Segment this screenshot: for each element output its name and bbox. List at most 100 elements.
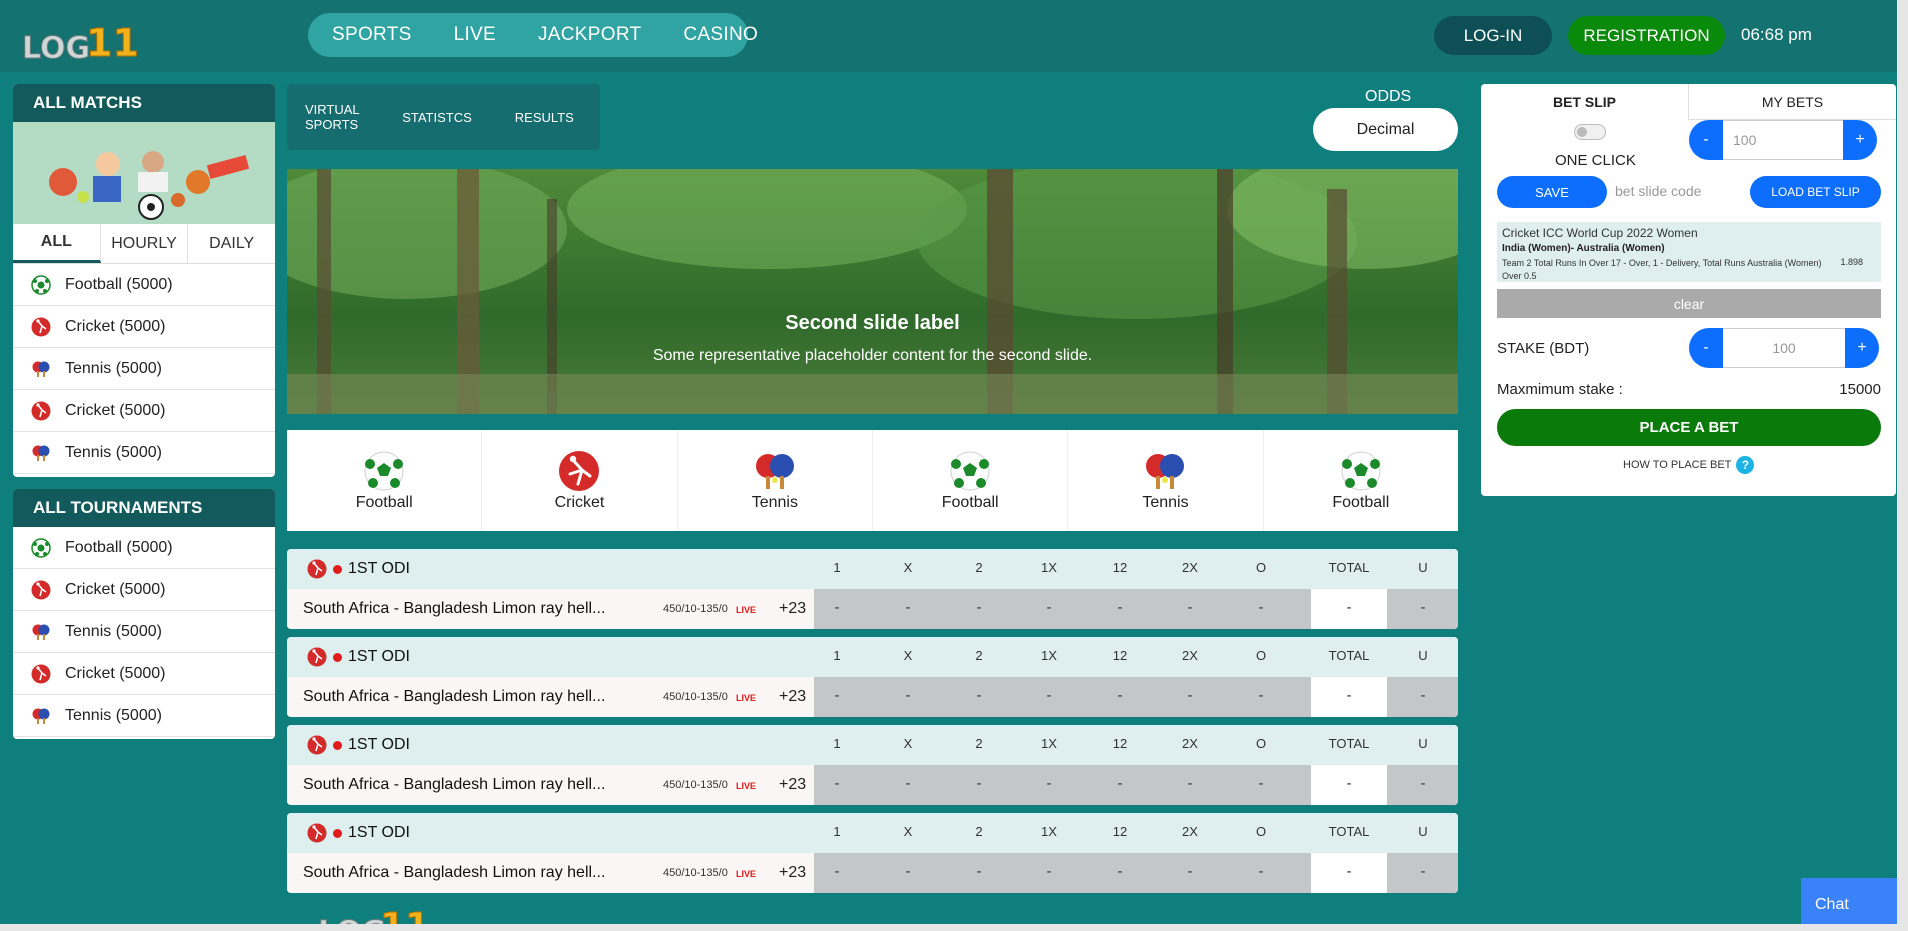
match-card[interactable]: 1ST ODI 1 X 2 1X 12 2X O TOTAL U South Africa - Ba… [287, 637, 1458, 717]
nav-casino[interactable]: CASINO [683, 24, 758, 46]
sport-category-football[interactable]: Football [1264, 430, 1458, 531]
more-markets-link[interactable]: +23 [779, 589, 806, 629]
tab-results[interactable]: RESULTS [515, 110, 574, 125]
tab-hourly[interactable]: HOURLY [101, 224, 189, 263]
odds-cell[interactable]: - [906, 863, 911, 880]
sport-category-football[interactable]: Football [873, 430, 1069, 531]
hero-carousel[interactable]: Second slide label Some representative p… [287, 169, 1458, 414]
one-click-toggle[interactable] [1574, 124, 1606, 140]
place-bet-button[interactable]: PLACE A BET [1497, 409, 1881, 446]
sidebar-item-football[interactable]: Football (5000) [13, 527, 275, 569]
bet-slip-item[interactable]: Cricket ICC World Cup 2022 Women India (… [1497, 222, 1881, 282]
odds-cell[interactable]: - [835, 599, 840, 616]
tab-my-bets[interactable]: MY BETS [1688, 84, 1896, 120]
odds-cell[interactable]: - [906, 687, 911, 704]
more-markets-link[interactable]: +23 [779, 677, 806, 717]
stake-stepper: - 100 + [1689, 328, 1879, 368]
sidebar-item-football[interactable]: Football (5000) [13, 264, 275, 306]
save-button[interactable]: SAVE [1497, 176, 1607, 208]
odds-cell[interactable]: - [1259, 687, 1264, 704]
odds-cell[interactable]: - [1347, 687, 1352, 704]
sidebar-item-tennis[interactable]: Tennis (5000) [13, 611, 275, 653]
help-icon[interactable]: ? [1736, 456, 1755, 474]
stake-input[interactable]: 100 [1723, 328, 1845, 368]
sidebar-item-cricket[interactable]: Cricket (5000) [13, 306, 275, 348]
increase-button[interactable]: + [1843, 120, 1877, 160]
odds-cell[interactable]: - [1047, 599, 1052, 616]
match-card[interactable]: 1ST ODI 1 X 2 1X 12 2X O TOTAL U South Africa - Ba… [287, 725, 1458, 805]
tab-all[interactable]: ALL [13, 224, 101, 263]
odds-cell[interactable]: - [1347, 863, 1352, 880]
sidebar-item-cricket[interactable]: Cricket (5000) [13, 569, 275, 611]
one-click-label: ONE CLICK [1555, 152, 1636, 169]
sidebar-item-tennis[interactable]: Tennis (5000) [13, 348, 275, 390]
odds-cell[interactable]: - [1188, 599, 1193, 616]
sidebar-item-cricket[interactable]: Cricket (5000) [13, 390, 275, 432]
odds-cell[interactable]: - [1259, 775, 1264, 792]
site-logo[interactable]: LOG 11 [20, 20, 144, 63]
one-click-amount-input[interactable]: 100 [1723, 120, 1843, 160]
how-to-place-bet-link[interactable]: HOW TO PLACE BET ? [1623, 456, 1755, 474]
sidebar-item-tennis[interactable]: Tennis (5000) [13, 695, 275, 737]
odds-cell[interactable]: - [835, 863, 840, 880]
tab-virtual-sports[interactable]: VIRTUAL SPORTS [305, 102, 359, 132]
odds-cell[interactable]: - [1188, 863, 1193, 880]
more-markets-link[interactable]: +23 [779, 765, 806, 805]
odds-cell[interactable]: - [977, 687, 982, 704]
odds-cell[interactable]: - [1047, 863, 1052, 880]
odds-cell[interactable]: - [835, 687, 840, 704]
tab-daily[interactable]: DAILY [188, 224, 275, 263]
odds-cell[interactable]: - [1188, 775, 1193, 792]
nav-jackport[interactable]: JACKPORT [538, 24, 641, 46]
odds-cell[interactable]: - [1421, 775, 1426, 792]
odds-cell[interactable]: - [1188, 687, 1193, 704]
odds-cell[interactable]: - [1118, 863, 1123, 880]
sport-category-football[interactable]: Football [287, 430, 483, 531]
sidebar-item-cricket[interactable]: Cricket (5000) [13, 653, 275, 695]
odds-cell[interactable]: - [906, 599, 911, 616]
odds-cell[interactable]: - [1421, 863, 1426, 880]
login-button[interactable]: LOG-IN [1434, 16, 1552, 55]
odds-cell[interactable]: - [1047, 775, 1052, 792]
odds-cell[interactable]: - [1259, 863, 1264, 880]
vertical-scrollbar[interactable] [1897, 0, 1908, 931]
match-name[interactable]: South Africa - Bangladesh Limon ray hell… [303, 765, 605, 805]
clear-button[interactable]: clear [1497, 289, 1881, 318]
tab-statistics[interactable]: STATISTCS [402, 110, 472, 125]
load-bet-slip-button[interactable]: LOAD BET SLIP [1750, 176, 1881, 208]
match-card[interactable]: 1ST ODI 1 X 2 1X 12 2X O TOTAL U South Africa - Ba… [287, 813, 1458, 893]
bet-slip-code-input[interactable]: bet slide code [1615, 183, 1701, 199]
sidebar-item-tennis[interactable]: Tennis (5000) [13, 432, 275, 474]
sport-category-cricket[interactable]: Cricket [482, 430, 678, 531]
odds-format-select[interactable]: Decimal [1313, 108, 1458, 151]
odds-cell[interactable]: - [1118, 775, 1123, 792]
odds-cell[interactable]: - [906, 775, 911, 792]
odds-cell[interactable]: - [1259, 599, 1264, 616]
sport-category-tennis[interactable]: Tennis [1068, 430, 1264, 531]
odds-cell[interactable]: - [977, 775, 982, 792]
odds-cell[interactable]: - [1118, 599, 1123, 616]
horizontal-scrollbar[interactable] [0, 924, 1908, 931]
odds-cell[interactable]: - [1347, 775, 1352, 792]
sport-category-tennis[interactable]: Tennis [678, 430, 873, 531]
nav-sports[interactable]: SPORTS [332, 24, 412, 46]
odds-cell[interactable]: - [977, 863, 982, 880]
nav-live[interactable]: LIVE [454, 24, 496, 46]
odds-cell[interactable]: - [977, 599, 982, 616]
match-card[interactable]: 1ST ODI 1 X 2 1X 12 2X O TOTAL U South Africa - Ba… [287, 549, 1458, 629]
match-name[interactable]: South Africa - Bangladesh Limon ray hell… [303, 853, 605, 893]
odds-cell[interactable]: - [1347, 599, 1352, 616]
more-markets-link[interactable]: +23 [779, 853, 806, 893]
registration-button[interactable]: REGISTRATION [1568, 16, 1725, 55]
odds-cell[interactable]: - [1421, 599, 1426, 616]
odds-cell[interactable]: - [1421, 687, 1426, 704]
odds-cell[interactable]: - [1118, 687, 1123, 704]
match-name[interactable]: South Africa - Bangladesh Limon ray hell… [303, 589, 605, 629]
increase-button[interactable]: + [1845, 328, 1879, 368]
odds-cell[interactable]: - [835, 775, 840, 792]
tab-bet-slip[interactable]: BET SLIP [1481, 84, 1688, 120]
decrease-button[interactable]: - [1689, 120, 1723, 160]
odds-cell[interactable]: - [1047, 687, 1052, 704]
match-name[interactable]: South Africa - Bangladesh Limon ray hell… [303, 677, 605, 717]
decrease-button[interactable]: - [1689, 328, 1723, 368]
